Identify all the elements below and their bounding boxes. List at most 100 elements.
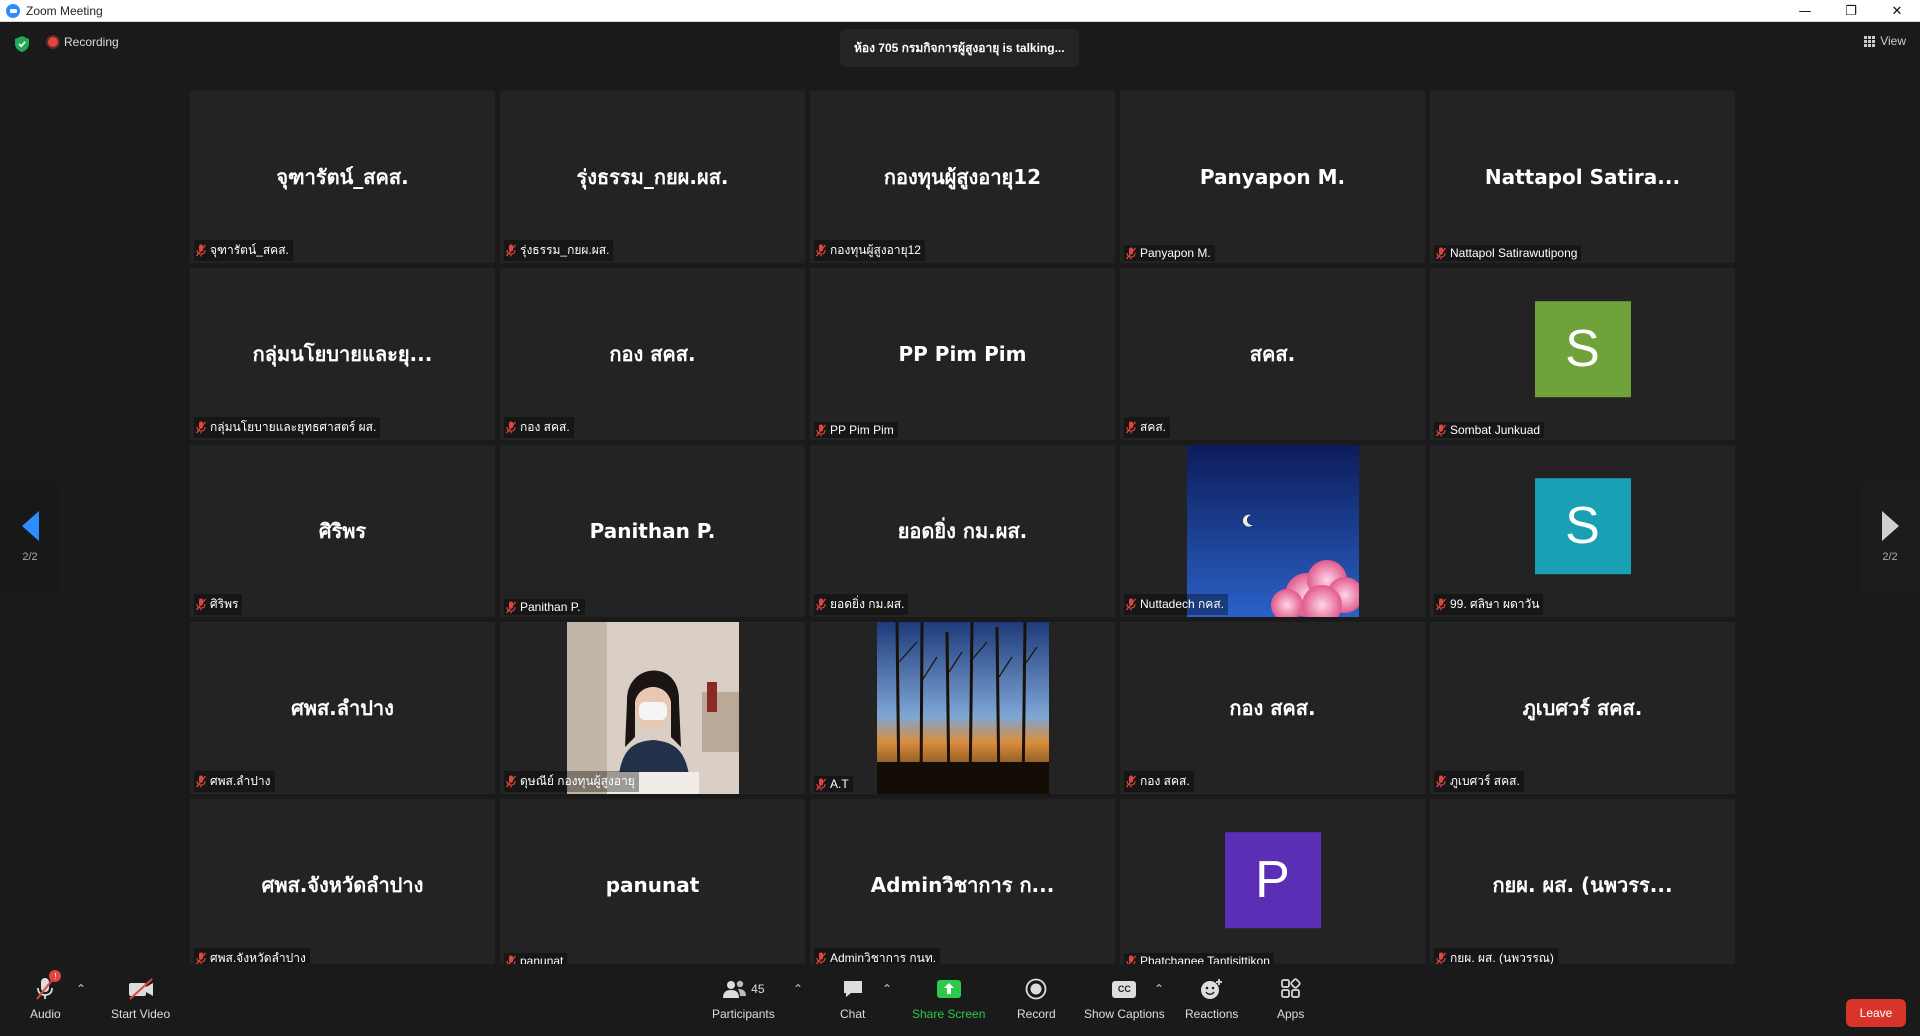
participant-name-label: Nuttadech กคส. <box>1124 594 1228 615</box>
participant-name-text: กอง สคส. <box>520 420 570 434</box>
participant-tile[interactable]: กองทุนผู้สูงอายุ12 กองทุนผู้สูงอายุ12 <box>810 91 1115 263</box>
apps-icon <box>1280 976 1302 1002</box>
captions-options-caret-icon[interactable]: ⌃ <box>1154 982 1164 996</box>
participant-tile[interactable]: ดุษณีย์ กองทุนผู้สูงอายุ <box>500 622 805 794</box>
show-captions-label: Show Captions <box>1084 1007 1165 1021</box>
participants-count: 45 <box>751 982 765 996</box>
participant-tile[interactable]: Nuttadech กคส. <box>1120 445 1425 617</box>
participant-tile[interactable]: panunat panunat <box>500 799 805 971</box>
muted-microphone-icon <box>196 598 206 611</box>
minimize-button[interactable]: — <box>1782 0 1828 22</box>
show-captions-button[interactable]: CC Show Captions <box>1084 976 1165 1021</box>
participant-tile[interactable]: Panithan P. Panithan P. <box>500 445 805 617</box>
participant-tile[interactable]: ศพส.จังหวัดลำปาง ศพส.จังหวัดลำปาง <box>190 799 495 971</box>
participant-display-name: ภูเบศวร์ สคส. <box>1522 696 1643 720</box>
muted-microphone-icon <box>1126 247 1136 260</box>
participant-name-label: Panyapon M. <box>1124 245 1215 261</box>
participant-display-name: Panyapon M. <box>1199 165 1346 189</box>
participant-name-text: ยอดยิ่ง กม.ผส. <box>830 597 905 611</box>
view-label: View <box>1880 34 1906 48</box>
record-button[interactable]: Record <box>1017 976 1056 1021</box>
smiley-plus-icon <box>1200 976 1224 1002</box>
participant-name-text: สคส. <box>1140 420 1167 434</box>
participant-tile[interactable]: S Sombat Junkuad <box>1430 268 1735 440</box>
participant-name-text: ศิริพร <box>210 597 239 611</box>
participant-tile[interactable]: ศพส.ลำปาง ศพส.ลำปาง <box>190 622 495 794</box>
closed-captions-icon: CC <box>1112 976 1137 1002</box>
restore-button[interactable]: ❐ <box>1828 0 1874 22</box>
share-screen-button[interactable]: Share Screen <box>912 976 985 1021</box>
participants-button[interactable]: 45 Participants <box>712 976 775 1021</box>
participant-tile[interactable]: Panyapon M. Panyapon M. <box>1120 91 1425 263</box>
participants-options-caret-icon[interactable]: ⌃ <box>793 982 803 996</box>
participant-name-label: Panithan P. <box>504 599 585 615</box>
participant-display-name: กองทุนผู้สูงอายุ12 <box>883 165 1042 189</box>
chat-icon <box>842 976 864 1002</box>
audio-options-caret-icon[interactable]: ⌃ <box>76 982 86 996</box>
participant-display-name: ศพส.ลำปาง <box>291 696 394 720</box>
participant-avatar: S <box>1534 301 1631 398</box>
participant-tile[interactable]: กลุ่มนโยบายและยุ... กลุ่มนโยบายและยุทธศาส… <box>190 268 495 440</box>
muted-microphone-icon <box>506 421 516 434</box>
participant-tile[interactable]: รุ่งธรรม_กยผ.ผส. รุ่งธรรม_กยผ.ผส. <box>500 91 805 263</box>
participant-display-name: ศพส.จังหวัดลำปาง <box>261 873 424 897</box>
previous-page-button[interactable]: 2/2 <box>0 482 60 592</box>
participant-name-label: 99. ศลิษา ผดาวัน <box>1434 594 1544 615</box>
participant-name-label: กลุ่มนโยบายและยุทธศาสตร์ ผส. <box>194 417 381 438</box>
muted-microphone-icon <box>506 775 516 788</box>
participant-name-label: จุฑารัตน์_สคส. <box>194 240 293 261</box>
participant-name-text: Panyapon M. <box>1140 246 1211 260</box>
microphone-muted-icon: ! <box>35 970 62 1002</box>
participant-name-label: ยอดยิ่ง กม.ผส. <box>814 594 909 615</box>
muted-microphone-icon <box>506 601 516 614</box>
participant-tile[interactable]: กอง สคส. กอง สคส. <box>500 268 805 440</box>
participant-display-name: กอง สคส. <box>609 342 696 366</box>
apps-button[interactable]: Apps <box>1277 976 1304 1021</box>
participant-name-text: A.T <box>830 777 849 791</box>
window-title: Zoom Meeting <box>26 3 103 18</box>
arrow-right-icon <box>1881 511 1899 541</box>
chat-button[interactable]: Chat <box>840 976 865 1021</box>
muted-microphone-icon <box>1436 247 1446 260</box>
participant-name-text: ภูเบศวร์ สคส. <box>1450 774 1520 788</box>
reactions-label: Reactions <box>1185 1007 1239 1021</box>
participant-video-feed <box>876 622 1049 794</box>
chat-label: Chat <box>840 1007 866 1021</box>
reactions-button[interactable]: Reactions <box>1185 976 1238 1021</box>
muted-microphone-icon <box>1436 775 1446 788</box>
participant-tile[interactable]: S 99. ศลิษา ผดาวัน <box>1430 445 1735 617</box>
participant-tile[interactable]: PP Pim Pim PP Pim Pim <box>810 268 1115 440</box>
participant-tile[interactable]: P Phatchanee Tantisittikon <box>1120 799 1425 971</box>
participant-tile[interactable]: สคส. สคส. <box>1120 268 1425 440</box>
participant-name-label: A.T <box>814 776 853 792</box>
meeting-toolbar: ! Audio ⌃ Start Video 45 Participants ⌃ <box>0 964 1920 1036</box>
view-button[interactable]: View <box>1864 34 1906 48</box>
participant-name-text: รุ่งธรรม_กยผ.ผส. <box>520 243 610 257</box>
participant-display-name: กลุ่มนโยบายและยุ... <box>252 342 433 366</box>
participant-tile[interactable]: Adminวิชาการ ก... Adminวิชาการ กนท. <box>810 799 1115 971</box>
start-video-button[interactable]: Start Video <box>111 976 170 1021</box>
participant-tile[interactable]: Nattapol Satira... Nattapol Satirawutipon… <box>1430 91 1735 263</box>
muted-microphone-icon <box>1126 598 1136 611</box>
participant-tile[interactable]: กอง สคส. กอง สคส. <box>1120 622 1425 794</box>
participant-tile[interactable]: จุฑารัตน์_สคส. จุฑารัตน์_สคส. <box>190 91 495 263</box>
participant-tile[interactable]: ยอดยิ่ง กม.ผส. ยอดยิ่ง กม.ผส. <box>810 445 1115 617</box>
participant-name-text: Nuttadech กคส. <box>1140 597 1224 611</box>
participant-tile[interactable]: กยผ. ผส. (นพวรร... กยผ. ผส. (นพวรรณ) <box>1430 799 1735 971</box>
leave-button[interactable]: Leave <box>1846 999 1906 1027</box>
audio-button[interactable]: ! Audio <box>30 970 62 1021</box>
participant-tile[interactable]: A.T <box>810 622 1115 794</box>
close-button[interactable]: ✕ <box>1874 0 1920 22</box>
participant-tile[interactable]: ศิริพร ศิริพร <box>190 445 495 617</box>
muted-microphone-icon <box>816 778 826 791</box>
next-page-button[interactable]: 2/2 <box>1860 482 1920 592</box>
participant-name-label: รุ่งธรรม_กยผ.ผส. <box>504 240 614 261</box>
muted-microphone-icon <box>196 775 206 788</box>
participant-tile[interactable]: ภูเบศวร์ สคส. ภูเบศวร์ สคส. <box>1430 622 1735 794</box>
chat-options-caret-icon[interactable]: ⌃ <box>882 982 892 996</box>
encryption-shield-icon[interactable] <box>15 36 29 52</box>
recording-indicator[interactable]: Recording <box>48 35 119 49</box>
share-screen-icon <box>936 976 962 1002</box>
participant-display-name: ศิริพร <box>318 519 367 543</box>
audio-label: Audio <box>30 1007 61 1021</box>
